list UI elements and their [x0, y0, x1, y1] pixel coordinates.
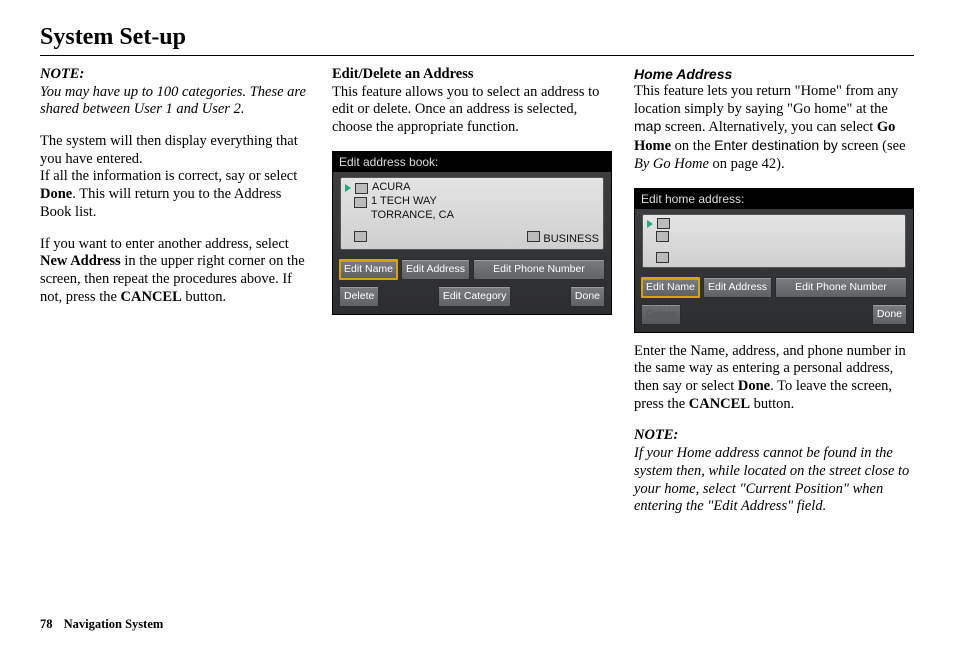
- cancel-bold: CANCEL: [121, 289, 182, 305]
- heading-edit-delete: Edit/Delete an Address: [332, 66, 612, 84]
- footer-label: Navigation System: [64, 617, 164, 631]
- lcd-row-2: [647, 229, 901, 242]
- btn-delete-disabled: Delete: [641, 304, 681, 325]
- para-home-intro: This feature lets you return "Home" from…: [634, 83, 914, 173]
- btn-edit-category[interactable]: Edit Category: [438, 286, 512, 307]
- text: If you want to enter another address, se…: [40, 236, 289, 252]
- para-editdelete: This feature allows you to select an add…: [332, 84, 612, 137]
- note-body: You may have up to 100 categories. These…: [40, 84, 306, 118]
- text-sans: map: [634, 118, 661, 134]
- btn-done[interactable]: Done: [570, 286, 605, 307]
- text-sans: Enter destination by: [714, 137, 838, 153]
- text: This feature lets you return "Home" from…: [634, 83, 898, 117]
- lcd-row-3: [647, 242, 901, 263]
- cancel-bold: CANCEL: [689, 396, 750, 412]
- note-block: NOTE: You may have up to 100 categories.…: [40, 66, 310, 119]
- lcd-row-1: ACURA: [345, 181, 599, 195]
- title-rule: [40, 55, 914, 56]
- device-edit-address-book: Edit address book: ACURA 1 TECH WAY TORR…: [332, 151, 612, 315]
- card-icon: [355, 183, 368, 194]
- newaddress-bold: New Address: [40, 253, 121, 269]
- device-edit-home-address: Edit home address: Edit Name Edit A: [634, 188, 914, 333]
- lcd-addr2: TORRANCE, CA: [371, 209, 454, 223]
- button-row-1: Edit Name Edit Address Edit Phone Number: [635, 274, 913, 301]
- lcd-row-1: [647, 218, 901, 229]
- done-bold: Done: [738, 378, 770, 394]
- phone-icon: [656, 252, 669, 263]
- phone-icon: [354, 231, 367, 242]
- house-icon: [656, 231, 669, 242]
- lcd-row-2b: TORRANCE, CA: [345, 209, 599, 223]
- note-body: If your Home address cannot be found in …: [634, 445, 909, 514]
- column-2: Edit/Delete an Address This feature allo…: [332, 66, 612, 516]
- note-block-home: NOTE: If your Home address cannot be fou…: [634, 427, 914, 515]
- btn-delete[interactable]: Delete: [339, 286, 379, 307]
- lcd-screen: ACURA 1 TECH WAY TORRANCE, CA BUSINESS: [340, 177, 604, 250]
- button-row-2: Delete Done: [635, 301, 913, 332]
- text: on the: [671, 138, 714, 154]
- para-display: The system will then display everything …: [40, 133, 310, 221]
- note-label: NOTE:: [40, 66, 84, 82]
- text: screen. Alternatively, you can select: [661, 119, 877, 135]
- btn-edit-phone[interactable]: Edit Phone Number: [775, 277, 907, 298]
- text: . This will return you to the Address Bo…: [40, 186, 281, 220]
- done-bold: Done: [40, 186, 72, 202]
- page-number: 78: [40, 617, 53, 631]
- column-3: Home Address This feature lets you retur…: [634, 66, 914, 516]
- house-icon: [354, 197, 367, 208]
- button-row-1: Edit Name Edit Address Edit Phone Number: [333, 256, 611, 283]
- para-home-enter: Enter the Name, address, and phone numbe…: [634, 343, 914, 414]
- play-icon: [647, 220, 653, 228]
- card-icon: [657, 218, 670, 229]
- text: screen (see: [838, 138, 906, 154]
- lcd-category: BUSINESS: [543, 233, 599, 245]
- lcd-addr1: 1 TECH WAY: [371, 195, 437, 209]
- column-1: NOTE: You may have up to 100 categories.…: [40, 66, 310, 516]
- folder-icon: [527, 231, 540, 242]
- page-footer: 78 Navigation System: [40, 617, 163, 632]
- columns: NOTE: You may have up to 100 categories.…: [40, 66, 914, 516]
- text: The system will then display everything …: [40, 133, 298, 167]
- device-title: Edit address book:: [333, 152, 611, 173]
- para-newaddress: If you want to enter another address, se…: [40, 236, 310, 307]
- text: on page 42).: [709, 156, 785, 172]
- page-title: System Set-up: [40, 24, 914, 51]
- btn-edit-phone[interactable]: Edit Phone Number: [473, 259, 605, 280]
- lcd-row-3: BUSINESS: [345, 223, 599, 247]
- btn-edit-name[interactable]: Edit Name: [641, 277, 700, 298]
- button-row-2: Delete Edit Category Done: [333, 283, 611, 314]
- text: If all the information is correct, say o…: [40, 168, 297, 184]
- play-icon: [345, 184, 351, 192]
- bygohome-ital: By Go Home: [634, 156, 709, 172]
- btn-done[interactable]: Done: [872, 304, 907, 325]
- note-label: NOTE:: [634, 427, 678, 443]
- device-title: Edit home address:: [635, 189, 913, 210]
- heading-home-address: Home Address: [634, 66, 914, 83]
- btn-edit-address[interactable]: Edit Address: [401, 259, 470, 280]
- lcd-row-2: 1 TECH WAY: [345, 195, 599, 209]
- text: button.: [750, 396, 794, 412]
- lcd-screen: [642, 214, 906, 268]
- lcd-name: ACURA: [372, 181, 411, 195]
- btn-edit-address[interactable]: Edit Address: [703, 277, 772, 298]
- btn-edit-name[interactable]: Edit Name: [339, 259, 398, 280]
- text: button.: [182, 289, 226, 305]
